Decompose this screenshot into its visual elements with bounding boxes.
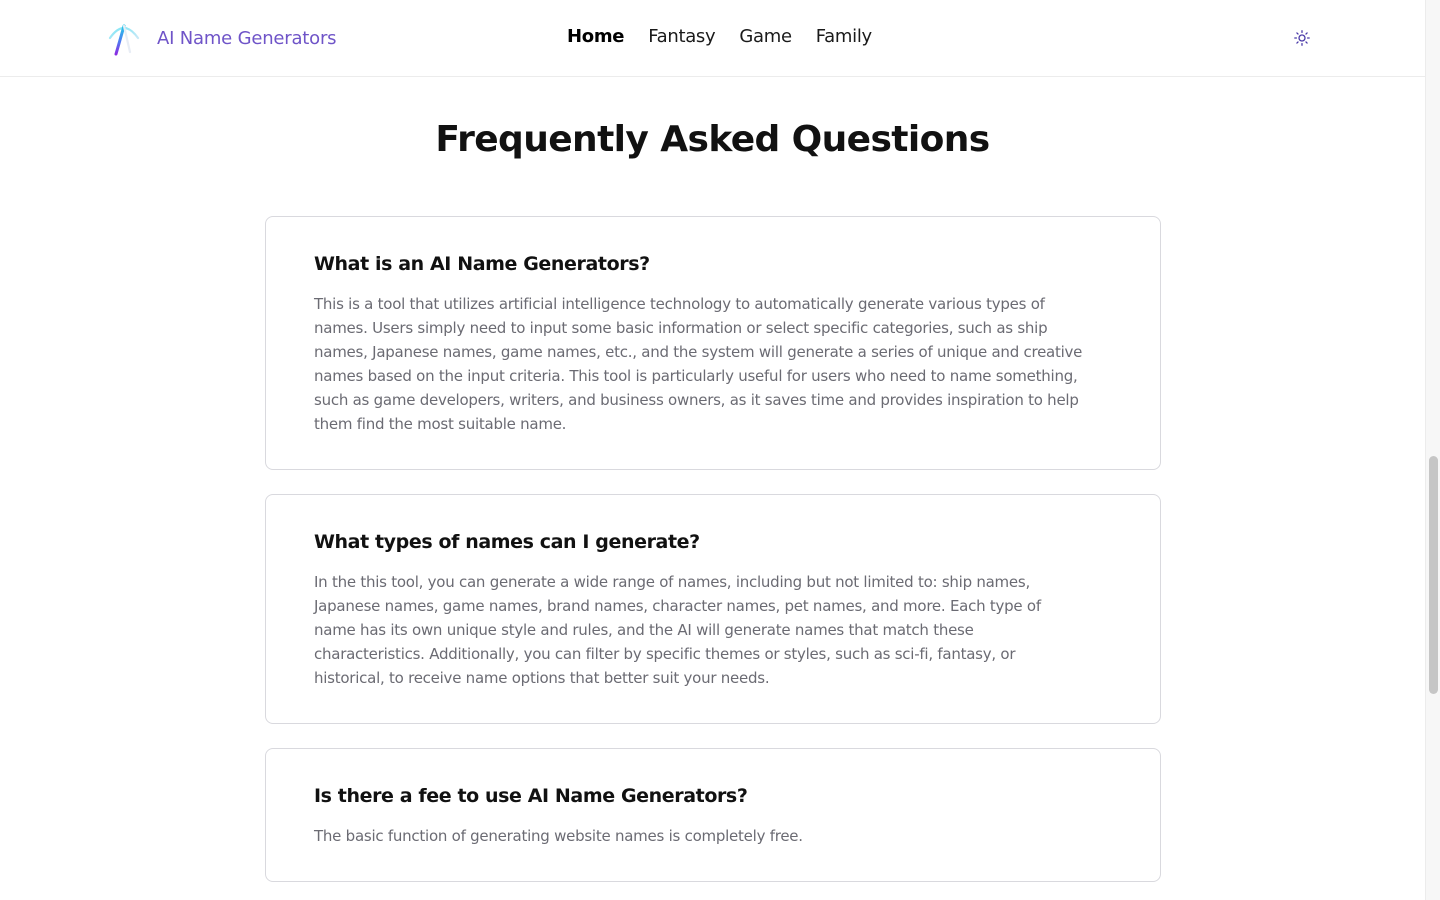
faq-answer: The basic function of generating website… [314,827,803,845]
main-nav: Home Fantasy Game Family [567,24,872,50]
faq-item: What is an AI Name Generators? This is a… [265,216,1161,470]
nav-item-family[interactable]: Family [816,24,872,50]
nav-item-home[interactable]: Home [567,24,625,50]
brand-link[interactable]: AI Name Generators [106,18,337,58]
faq-answer: In the this tool, you can generate a wid… [314,573,1041,687]
site-header: AI Name Generators Home Fantasy Game Fam… [0,0,1425,77]
vertical-scrollbar[interactable] [1425,0,1440,900]
sun-icon [1294,30,1310,46]
faq-question: What types of names can I generate? [314,531,700,553]
faq-title: Frequently Asked Questions [435,119,990,160]
nav-item-fantasy[interactable]: Fantasy [648,24,715,50]
brand-name: AI Name Generators [157,27,337,49]
theme-toggle-button[interactable] [1291,27,1313,49]
faq-question: What is an AI Name Generators? [314,253,650,275]
nav-item-game[interactable]: Game [739,24,792,50]
faq-item: What types of names can I generate? In t… [265,494,1161,724]
faq-answer: This is a tool that utilizes artificial … [314,295,1083,433]
page: AI Name Generators Home Fantasy Game Fam… [0,0,1440,900]
logo-icon [108,24,140,55]
faq-question: Is there a fee to use AI Name Generators… [314,785,748,807]
scrollbar-thumb[interactable] [1429,456,1438,694]
faq-item: Is there a fee to use AI Name Generators… [265,748,1161,882]
